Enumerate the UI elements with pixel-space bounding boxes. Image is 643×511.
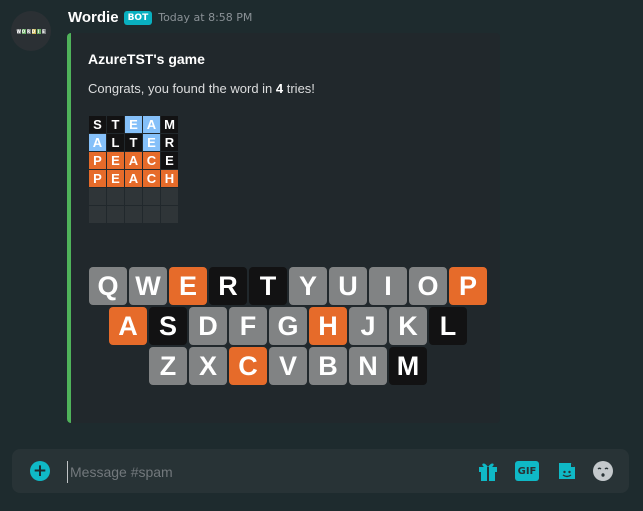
key-z: Z [149, 347, 187, 385]
desc-suffix: tries! [283, 81, 315, 96]
bot-avatar[interactable]: WORDIE [11, 11, 51, 51]
avatar-logo-tile: E [41, 28, 46, 34]
key-m: M [389, 347, 427, 385]
empty-tile [143, 188, 160, 205]
bot-badge: BOT [123, 10, 153, 25]
desc-prefix: Congrats, you found the word in [88, 81, 276, 96]
avatar-logo-tile: R [26, 28, 31, 34]
empty-tile [125, 188, 142, 205]
letter-tile: A [143, 116, 160, 133]
key-q: Q [89, 267, 127, 305]
key-o: O [409, 267, 447, 305]
empty-tile [161, 206, 178, 223]
avatar-logo-tile: O [21, 28, 26, 34]
letter-tile: M [161, 116, 178, 133]
key-s: S [149, 307, 187, 345]
key-v: V [269, 347, 307, 385]
key-a: A [109, 307, 147, 345]
letter-tile: C [143, 152, 160, 169]
key-d: D [189, 307, 227, 345]
message-timestamp: Today at 8:58 PM [158, 11, 253, 24]
key-w: W [129, 267, 167, 305]
guess-row: ALTER [89, 134, 178, 151]
letter-tile: S [89, 116, 106, 133]
empty-tile [143, 206, 160, 223]
plus-icon[interactable]: + [30, 461, 50, 481]
message-header: Wordie BOT Today at 8:58 PM [68, 9, 252, 26]
guess-row: PEACE [89, 152, 178, 169]
letter-tile: P [89, 170, 106, 187]
key-p: P [449, 267, 487, 305]
letter-tile: A [89, 134, 106, 151]
empty-tile [89, 188, 106, 205]
game-embed: AzureTST's game Congrats, you found the … [67, 33, 500, 423]
message-input[interactable] [67, 461, 372, 483]
key-t: T [249, 267, 287, 305]
letter-tile: P [89, 152, 106, 169]
sticker-icon[interactable] [556, 460, 578, 482]
guess-grid: STEAMALTERPEACEPEACH [89, 116, 178, 224]
letter-tile: L [107, 134, 124, 151]
key-e: E [169, 267, 207, 305]
key-u: U [329, 267, 367, 305]
empty-tile [89, 206, 106, 223]
key-h: H [309, 307, 347, 345]
key-y: Y [289, 267, 327, 305]
empty-tile [161, 188, 178, 205]
letter-tile: E [125, 116, 142, 133]
avatar-logo-tile: D [31, 28, 36, 34]
letter-tile: T [107, 116, 124, 133]
letter-tile: E [107, 152, 124, 169]
letter-tile: A [125, 170, 142, 187]
key-k: K [389, 307, 427, 345]
avatar-logo-tile: I [36, 28, 41, 34]
guess-row [89, 206, 178, 223]
emoji-icon[interactable] [592, 460, 614, 482]
letter-tile: H [161, 170, 178, 187]
embed-title: AzureTST's game [88, 51, 205, 67]
key-g: G [269, 307, 307, 345]
key-b: B [309, 347, 347, 385]
username[interactable]: Wordie [68, 9, 119, 26]
gift-icon[interactable] [477, 460, 499, 482]
key-i: I [369, 267, 407, 305]
avatar-logo: WORDIE [16, 28, 46, 34]
letter-tile: A [125, 152, 142, 169]
key-c: C [229, 347, 267, 385]
message-composer: + GIF [12, 449, 629, 493]
embed-description: Congrats, you found the word in 4 tries! [88, 81, 315, 96]
key-x: X [189, 347, 227, 385]
letter-tile: C [143, 170, 160, 187]
letter-tile: E [143, 134, 160, 151]
letter-tile: T [125, 134, 142, 151]
key-r: R [209, 267, 247, 305]
empty-tile [107, 206, 124, 223]
guess-row: STEAM [89, 116, 178, 133]
letter-tile: E [107, 170, 124, 187]
empty-tile [125, 206, 142, 223]
key-l: L [429, 307, 467, 345]
key-n: N [349, 347, 387, 385]
guess-row: PEACH [89, 170, 178, 187]
guess-row [89, 188, 178, 205]
gif-icon[interactable]: GIF [515, 461, 539, 481]
letter-tile: E [161, 152, 178, 169]
key-f: F [229, 307, 267, 345]
empty-tile [107, 188, 124, 205]
gif-label: GIF [517, 465, 537, 477]
letter-tile: R [161, 134, 178, 151]
key-j: J [349, 307, 387, 345]
avatar-logo-tile: W [16, 28, 21, 34]
